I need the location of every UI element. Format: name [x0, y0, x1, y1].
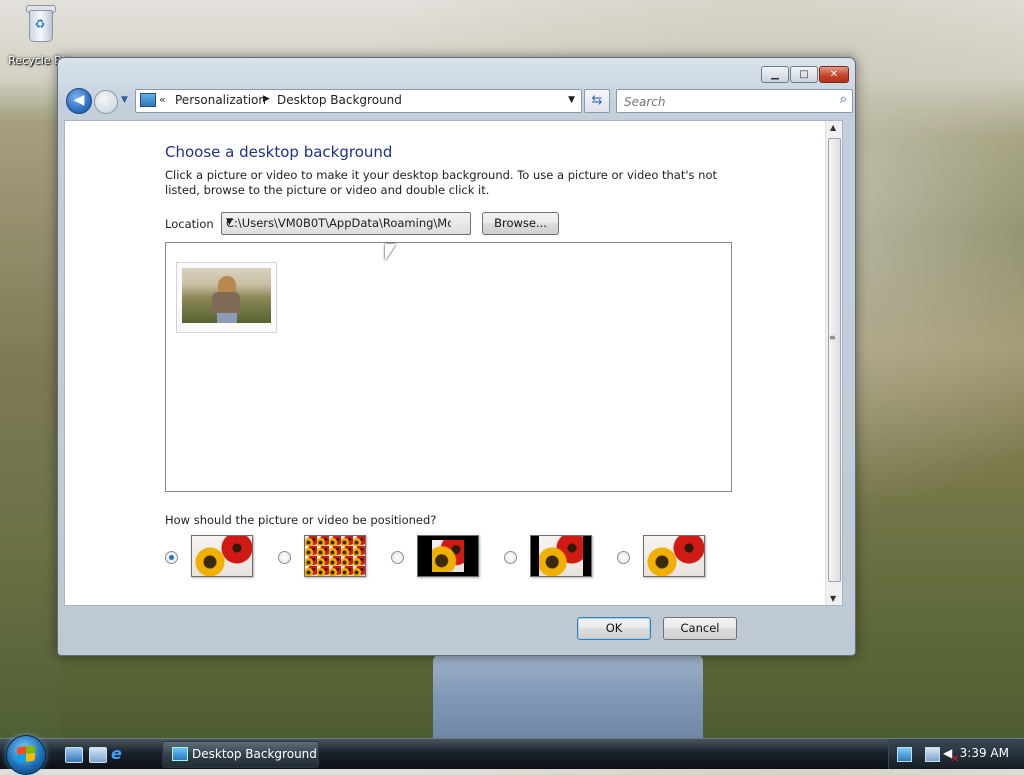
windows-logo-icon	[17, 745, 35, 763]
close-button[interactable]: ✕	[819, 66, 849, 83]
start-button[interactable]	[6, 735, 46, 775]
position-option-fit[interactable]	[165, 535, 260, 579]
wallpaper-grass	[0, 120, 60, 740]
internet-explorer-icon[interactable]: e	[111, 746, 127, 762]
position-radio-tile[interactable]	[278, 551, 291, 564]
content-pane: Choose a desktop background Click a pict…	[64, 120, 843, 606]
minimize-button[interactable]: ▁	[761, 66, 789, 83]
system-tray: ◀ ✕ 3:39 AM	[888, 739, 1024, 769]
address-bar[interactable]: « Personalization ▶ Desktop Background ▼	[135, 89, 582, 113]
position-option-stretch[interactable]	[617, 535, 712, 579]
scroll-down-icon[interactable]: ▼	[830, 594, 836, 603]
switch-windows-icon[interactable]	[89, 747, 107, 763]
show-desktop-icon[interactable]	[65, 747, 83, 763]
taskbar-item-desktop-background[interactable]: Desktop Background	[162, 741, 319, 768]
location-dropdown[interactable]: C:\Users\VM0B0T\AppData\Roaming\Moz ▼	[221, 212, 471, 235]
picture-thumbnail[interactable]	[176, 262, 277, 333]
back-button[interactable]: ◀	[66, 88, 92, 114]
maximize-button[interactable]: □	[790, 66, 818, 83]
breadcrumb-desktop-background[interactable]: Desktop Background	[277, 93, 402, 107]
breadcrumb-chevron[interactable]: «	[159, 93, 166, 106]
address-dropdown-icon[interactable]: ▼	[568, 95, 575, 105]
mute-icon: ✕	[951, 754, 960, 765]
search-input[interactable]	[622, 92, 826, 112]
recent-pages-dropdown[interactable]: ▼	[121, 95, 128, 105]
position-option-center[interactable]	[391, 535, 486, 579]
title-bar[interactable]: ▁ □ ✕	[58, 58, 855, 88]
position-preview-center[interactable]	[417, 535, 479, 577]
picture-gallery[interactable]	[165, 242, 732, 492]
refresh-icon: ⇆	[591, 93, 603, 108]
page-description: Click a picture or video to make it your…	[165, 168, 718, 197]
dialog-footer: OK Cancel	[58, 609, 855, 653]
search-box[interactable]: ⌕	[616, 89, 853, 113]
scroll-up-icon[interactable]: ▲	[830, 123, 836, 132]
position-option-letterbox[interactable]	[504, 535, 599, 579]
cancel-button[interactable]: Cancel	[663, 617, 737, 640]
position-preview-stretch[interactable]	[643, 535, 705, 577]
maximize-icon: □	[799, 69, 809, 80]
position-preview-fit[interactable]	[191, 535, 253, 577]
position-question: How should the picture or video be posit…	[165, 513, 437, 527]
page-title: Choose a desktop background	[165, 143, 393, 161]
breadcrumb-personalization[interactable]: Personalization	[175, 93, 266, 107]
recycle-bin-icon: ♻	[24, 2, 56, 42]
network-icon[interactable]	[897, 747, 912, 762]
scroll-thumb[interactable]	[828, 138, 841, 582]
desktop-background-window: ▁ □ ✕ ◀ ▼ « Personalization ▶ Desktop Ba…	[57, 57, 856, 656]
position-option-tile[interactable]	[278, 535, 373, 579]
refresh-button[interactable]: ⇆	[584, 89, 610, 113]
position-radio-fit[interactable]	[165, 551, 178, 564]
scroll-grip-icon: ≡	[829, 333, 836, 342]
position-preview-letterbox[interactable]	[530, 535, 592, 577]
control-panel-icon	[140, 93, 156, 107]
back-arrow-icon: ◀	[73, 92, 85, 108]
taskbar-item-label: Desktop Background	[192, 747, 317, 761]
navigation-bar: ◀ ▼ « Personalization ▶ Desktop Backgrou…	[65, 88, 853, 114]
location-label: Location	[165, 217, 214, 231]
search-icon[interactable]: ⌕	[840, 92, 847, 107]
chevron-down-icon: ▼	[226, 217, 233, 227]
thumbnail-image	[182, 268, 271, 323]
clock[interactable]: 3:39 AM	[960, 746, 1009, 760]
position-preview-tile[interactable]	[304, 535, 366, 577]
breadcrumb-separator-icon[interactable]: ▶	[263, 94, 270, 104]
close-icon: ✕	[829, 69, 839, 80]
position-radio-letterbox[interactable]	[504, 551, 517, 564]
position-options	[165, 535, 725, 583]
wallpaper-figure	[433, 655, 703, 740]
mouse-pointer-icon	[385, 244, 396, 261]
taskbar: e Desktop Background ◀ ✕ 3:39 AM	[0, 735, 1024, 775]
position-radio-stretch[interactable]	[617, 551, 630, 564]
vertical-scrollbar[interactable]: ▲ ≡ ▼	[825, 121, 842, 605]
control-panel-icon	[172, 747, 188, 761]
ok-button[interactable]: OK	[577, 617, 651, 640]
display-icon[interactable]	[925, 747, 940, 762]
browse-button[interactable]: Browse...	[482, 212, 559, 235]
minimize-icon: ▁	[771, 69, 779, 80]
forward-button[interactable]	[94, 90, 118, 114]
position-radio-center[interactable]	[391, 551, 404, 564]
